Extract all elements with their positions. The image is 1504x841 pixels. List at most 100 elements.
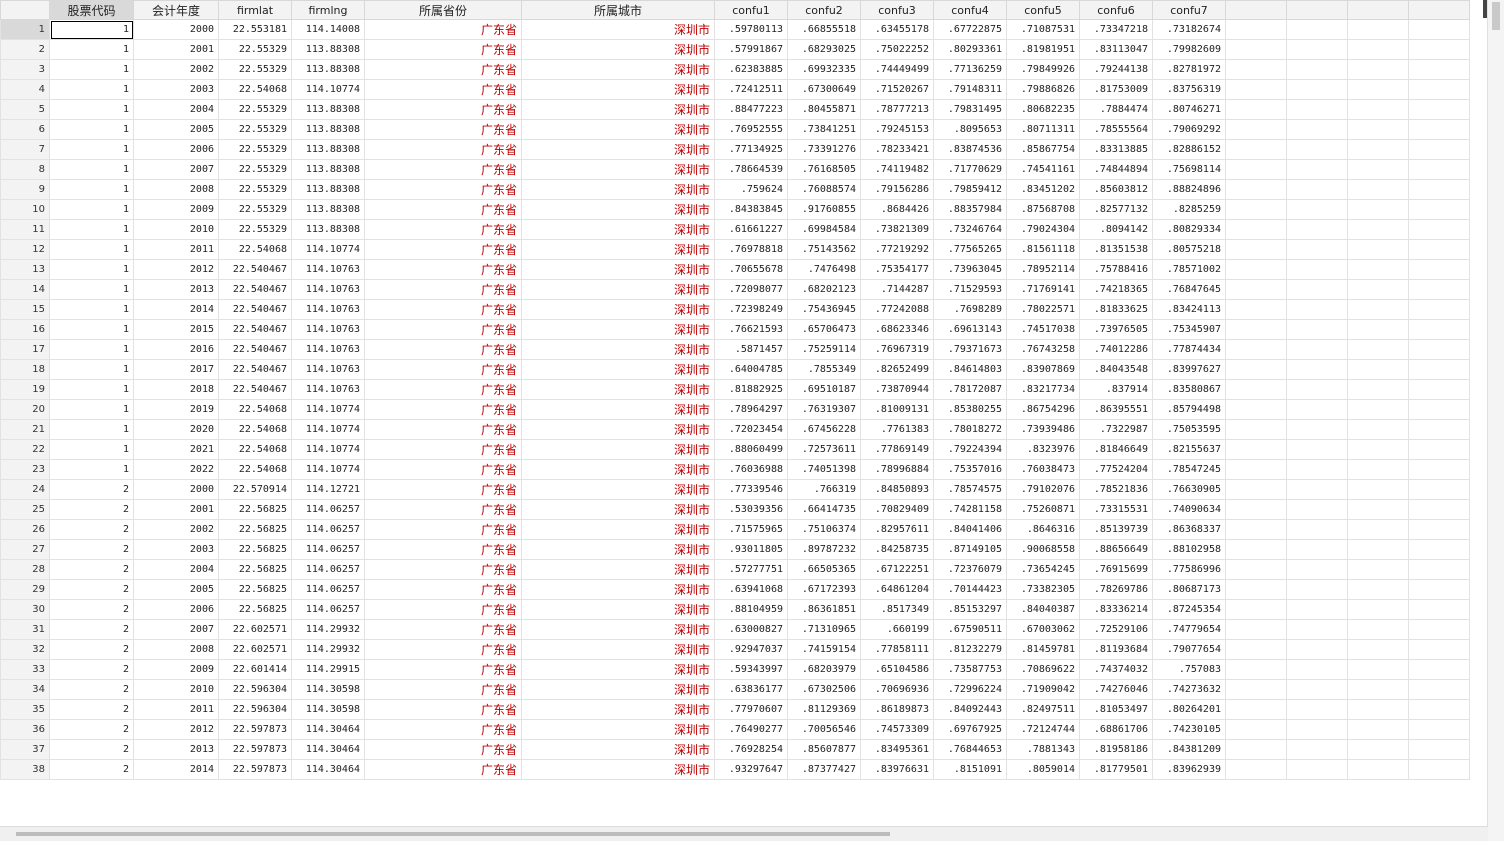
cell[interactable]: 深圳市	[521, 399, 715, 420]
empty-cell[interactable]	[1286, 339, 1348, 360]
empty-cell[interactable]	[1408, 179, 1470, 200]
cell[interactable]: .74218365	[1079, 279, 1153, 300]
cell[interactable]: .8285259	[1152, 199, 1226, 220]
cell[interactable]: 114.10763	[291, 259, 365, 280]
cell[interactable]: 广东省	[364, 539, 522, 560]
cell[interactable]: .85139739	[1079, 519, 1153, 540]
cell[interactable]: .78952114	[1006, 259, 1080, 280]
cell[interactable]: 广东省	[364, 759, 522, 780]
cell[interactable]: .74517038	[1006, 319, 1080, 340]
cell[interactable]: 114.10774	[291, 79, 365, 100]
cell[interactable]: 1	[49, 379, 134, 400]
empty-cell[interactable]	[1408, 579, 1470, 600]
row-number[interactable]: 33	[0, 659, 50, 680]
empty-cell[interactable]	[1347, 519, 1409, 540]
column-header[interactable]: firmlng	[291, 0, 365, 20]
cell[interactable]: .74119482	[860, 159, 934, 180]
empty-cell[interactable]	[1347, 419, 1409, 440]
cell[interactable]: .74090634	[1152, 499, 1226, 520]
cell[interactable]: .85603812	[1079, 179, 1153, 200]
empty-cell[interactable]	[1286, 319, 1348, 340]
empty-cell[interactable]	[1286, 479, 1348, 500]
cell[interactable]: .87149105	[933, 539, 1007, 560]
cell[interactable]: 2012	[133, 719, 219, 740]
cell[interactable]: .86754296	[1006, 399, 1080, 420]
cell[interactable]: .80682235	[1006, 99, 1080, 120]
cell[interactable]: .88060499	[714, 439, 788, 460]
row-number[interactable]: 21	[0, 419, 50, 440]
empty-cell[interactable]	[1225, 599, 1287, 620]
cell[interactable]: 深圳市	[521, 199, 715, 220]
cell[interactable]: .88104959	[714, 599, 788, 620]
empty-cell[interactable]	[1286, 19, 1348, 40]
cell[interactable]: 2	[49, 479, 134, 500]
cell[interactable]: 114.10774	[291, 439, 365, 460]
empty-cell[interactable]	[1286, 259, 1348, 280]
cell[interactable]: .74281158	[933, 499, 1007, 520]
row-number[interactable]: 28	[0, 559, 50, 580]
cell[interactable]: 2	[49, 499, 134, 520]
cell[interactable]: 22.540467	[218, 379, 292, 400]
cell[interactable]: .81846649	[1079, 439, 1153, 460]
row-number[interactable]: 5	[0, 99, 50, 120]
cell[interactable]: .86395551	[1079, 399, 1153, 420]
cell[interactable]: 1	[49, 319, 134, 340]
cell[interactable]: .73870944	[860, 379, 934, 400]
cell[interactable]: .90068558	[1006, 539, 1080, 560]
cell[interactable]: 2011	[133, 239, 219, 260]
cell[interactable]: .79244138	[1079, 59, 1153, 80]
cell[interactable]: 2001	[133, 39, 219, 60]
cell[interactable]: .7881343	[1006, 739, 1080, 760]
empty-cell[interactable]	[1347, 599, 1409, 620]
cell[interactable]: .70144423	[933, 579, 1007, 600]
cell[interactable]: .81009131	[860, 399, 934, 420]
empty-cell[interactable]	[1286, 639, 1348, 660]
cell[interactable]: .660199	[860, 619, 934, 640]
cell[interactable]: 22.56825	[218, 519, 292, 540]
cell[interactable]: .78269786	[1079, 579, 1153, 600]
cell[interactable]: 114.10763	[291, 299, 365, 320]
cell[interactable]: .84850893	[860, 479, 934, 500]
cell[interactable]: .81561118	[1006, 239, 1080, 260]
empty-cell[interactable]	[1347, 399, 1409, 420]
cell[interactable]: 22.54068	[218, 79, 292, 100]
cell[interactable]: .76038473	[1006, 459, 1080, 480]
cell[interactable]: 深圳市	[521, 679, 715, 700]
empty-cell[interactable]	[1347, 99, 1409, 120]
cell[interactable]: 广东省	[364, 679, 522, 700]
cell[interactable]: .83313885	[1079, 139, 1153, 160]
cell[interactable]: 22.54068	[218, 419, 292, 440]
empty-cell[interactable]	[1347, 659, 1409, 680]
cell[interactable]: .76844653	[933, 739, 1007, 760]
cell[interactable]: .7884474	[1079, 99, 1153, 120]
cell[interactable]: .8517349	[860, 599, 934, 620]
cell[interactable]: .86189873	[860, 699, 934, 720]
empty-cell[interactable]	[1286, 39, 1348, 60]
cell[interactable]: .63836177	[714, 679, 788, 700]
row-number[interactable]: 15	[0, 299, 50, 320]
cell[interactable]: 2002	[133, 59, 219, 80]
cell[interactable]: 1	[49, 339, 134, 360]
empty-cell[interactable]	[1408, 199, 1470, 220]
empty-cell[interactable]	[1286, 99, 1348, 120]
cell[interactable]: .71769141	[1006, 279, 1080, 300]
vertical-scroll-thumb[interactable]	[1492, 2, 1500, 30]
column-header[interactable]: confu4	[933, 0, 1007, 20]
cell[interactable]: 2022	[133, 459, 219, 480]
cell[interactable]: 深圳市	[521, 619, 715, 640]
empty-cell[interactable]	[1408, 419, 1470, 440]
cell[interactable]: .86361851	[787, 599, 861, 620]
cell[interactable]: .71520267	[860, 79, 934, 100]
cell[interactable]: .837914	[1079, 379, 1153, 400]
cell[interactable]: 22.602571	[218, 619, 292, 640]
empty-cell[interactable]	[1347, 439, 1409, 460]
cell[interactable]: .81833625	[1079, 299, 1153, 320]
row-number[interactable]: 23	[0, 459, 50, 480]
empty-cell[interactable]	[1408, 479, 1470, 500]
cell[interactable]: .53039356	[714, 499, 788, 520]
cell[interactable]: 113.88308	[291, 219, 365, 240]
empty-cell[interactable]	[1225, 199, 1287, 220]
cell[interactable]: .77869149	[860, 439, 934, 460]
empty-cell[interactable]	[1408, 279, 1470, 300]
row-number[interactable]: 8	[0, 159, 50, 180]
